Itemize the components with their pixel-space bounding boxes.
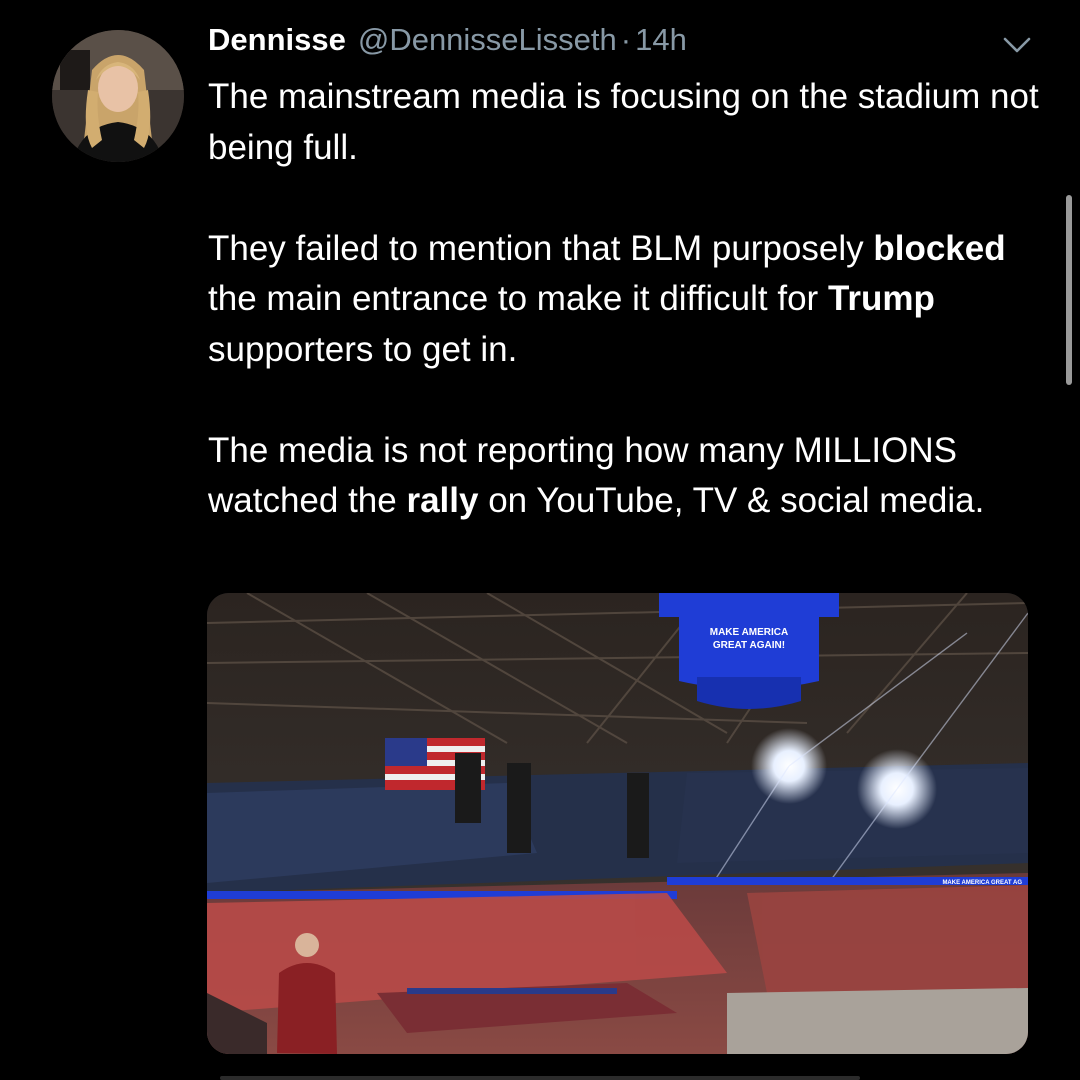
tweet-paragraph-3: The media is not reporting how many MILL… [208,426,1048,527]
tweet-paragraph-1: The mainstream media is focusing on the … [208,77,1039,167]
text-run: on YouTube, TV & social media. [478,481,985,520]
author-handle[interactable]: @DennisseLisseth [358,22,617,58]
scrollbar[interactable] [1066,195,1072,385]
tweet-header: Dennisse @DennisseLisseth · 14h [208,22,687,66]
bold-text: rally [406,481,479,520]
author-display-name[interactable]: Dennisse [208,22,346,58]
next-tweet-edge [220,1076,860,1080]
text-run: supporters to get in. [208,329,518,369]
bold-text: blocked [873,228,1006,268]
avatar-photo [52,30,184,162]
svg-text:GREAT AGAIN!: GREAT AGAIN! [713,640,785,651]
chevron-down-icon[interactable] [1000,30,1034,60]
tweet-media-image[interactable]: MAKE AMERICA GREAT AGAIN! MAKE AMERICA G… [207,593,1028,1054]
text-run: the main entrance to make it difficult f… [208,279,828,318]
avatar[interactable] [52,30,184,162]
tweet-timestamp[interactable]: 14h [635,22,687,58]
header-separator: · [620,22,632,57]
banner-text: MAKE AMERICA GREAT AG [942,880,1022,886]
tweet-body: The mainstream media is focusing on the … [208,72,1048,527]
text-run: They failed to mention that BLM purposel… [208,228,874,268]
bold-text: Trump [827,279,935,318]
arena-photo: MAKE AMERICA GREAT AGAIN! MAKE AMERICA G… [207,593,1028,1054]
svg-text:MAKE AMERICA: MAKE AMERICA [710,627,789,638]
tweet-paragraph-2: They failed to mention that BLM purposel… [208,224,1048,376]
